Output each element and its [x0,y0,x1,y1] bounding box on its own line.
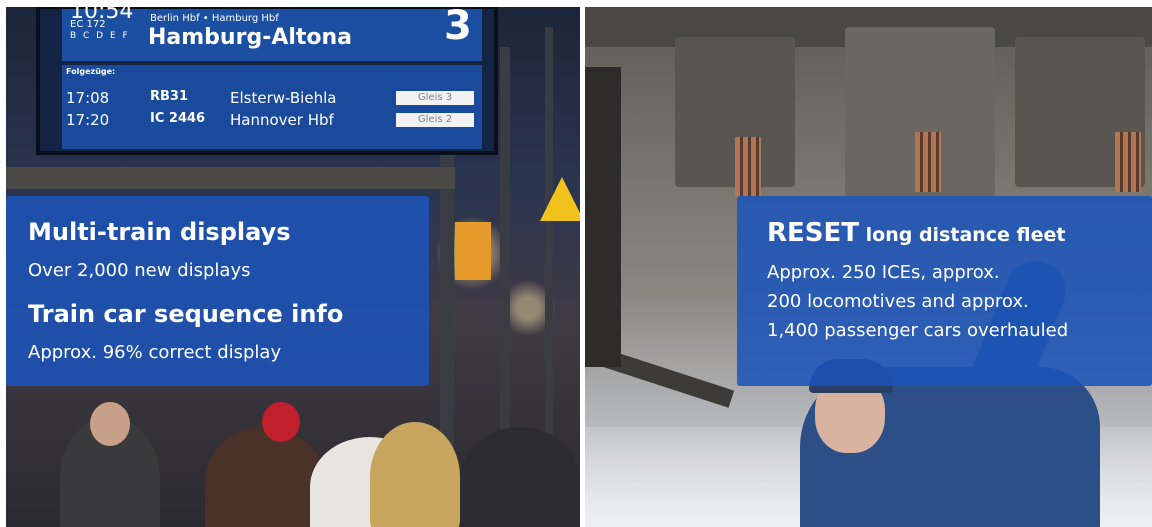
fleet-text-line: Approx. 250 ICEs, approx. [767,262,1000,283]
reset-heading: RESET long distance fleet [767,218,1066,248]
departure-row: 17:08 RB31 Elsterw-Biehla Gleis 3 [66,89,486,111]
displays-overlay: Multi-train displays Over 2,000 new disp… [6,196,429,386]
warning-sign-icon [540,177,580,221]
departure-platform: Gleis 3 [396,91,474,105]
departure-line: RB31 [150,89,189,104]
fleet-text-line: 200 locomotives and approx. [767,291,1029,312]
brake-disc [915,132,941,192]
board-following-label: Folgezüge: [66,67,116,76]
passenger-crowd [40,397,580,527]
brake-disc [1115,132,1141,192]
board-car-sequence: B C D E F [70,31,130,41]
board-platform-number: 3 [444,7,472,49]
red-hat [262,402,300,442]
board-destination: Hamburg-Altona [148,25,353,50]
departure-time: 17:20 [66,111,110,129]
fleet-overlay: RESET long distance fleet Approx. 250 IC… [737,196,1152,386]
departure-row: 17:20 IC 2446 Hannover Hbf Gleis 2 [66,111,486,133]
departure-board: 10:54 EC 172 B C D E F Berlin Hbf • Hamb… [36,7,498,155]
reset-heading-strong: RESET [767,218,860,248]
panel-divider [580,0,585,527]
passenger [460,427,580,527]
reset-heading-rest: long distance fleet [859,224,1066,246]
departure-destination: Hannover Hbf [230,111,334,129]
car-sequence-heading: Train car sequence info [28,300,344,328]
departure-platform: Gleis 2 [396,113,474,127]
roof-beam [0,167,455,189]
departure-line: IC 2446 [150,111,206,126]
brake-disc [735,137,761,197]
multi-train-text: Over 2,000 new displays [28,260,251,281]
orange-sign [455,222,491,280]
fleet-text: Approx. 250 ICEs, approx. 200 locomotive… [767,258,1068,345]
car-sequence-text: Approx. 96% correct display [28,342,282,363]
departure-destination: Elsterw-Biehla [230,89,337,107]
fleet-text-line: 1,400 passenger cars overhauled [767,320,1069,341]
board-route: Berlin Hbf • Hamburg Hbf [150,13,279,24]
passenger [205,427,325,527]
multi-train-heading: Multi-train displays [28,218,291,246]
passenger-head [90,402,130,446]
board-train-number: EC 172 [70,19,106,30]
departure-time: 17:08 [66,89,110,107]
passenger-hair [370,422,460,527]
wheel-edge [585,67,621,367]
